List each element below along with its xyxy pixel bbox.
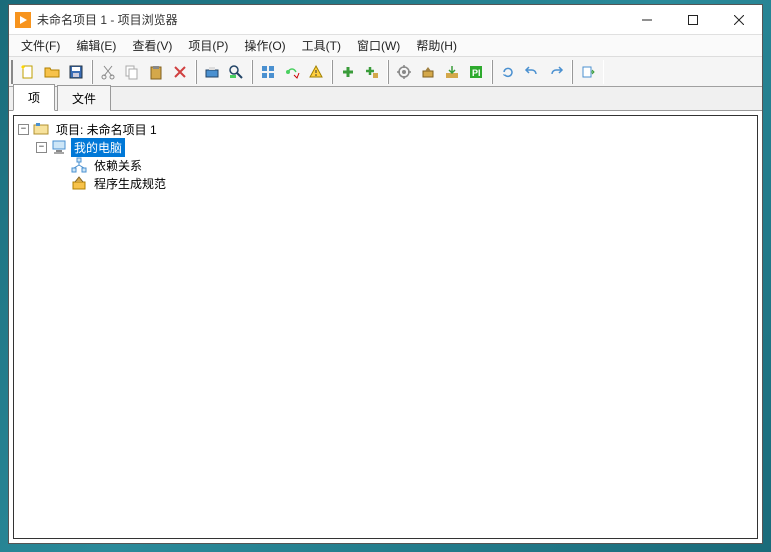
- menu-operate[interactable]: 操作(O): [236, 35, 293, 56]
- tree-root[interactable]: − 项目: 未命名项目 1: [18, 120, 753, 138]
- minus-icon[interactable]: −: [18, 124, 29, 135]
- menu-project[interactable]: 项目(P): [180, 35, 236, 56]
- app-icon: [15, 12, 31, 28]
- svg-text:PI: PI: [472, 68, 481, 78]
- build-icon[interactable]: [417, 61, 439, 83]
- tree-root-label[interactable]: 项目: 未命名项目 1: [53, 120, 160, 139]
- menu-window[interactable]: 窗口(W): [349, 35, 408, 56]
- tree-node-dependencies[interactable]: 依赖关系: [18, 156, 753, 174]
- tab-items[interactable]: 项: [13, 84, 55, 111]
- menu-edit[interactable]: 编辑(E): [68, 35, 124, 56]
- app-window: 未命名项目 1 - 项目浏览器 文件(F) 编辑(E) 查看(V) 项目(P) …: [8, 4, 763, 544]
- minus-icon[interactable]: −: [36, 142, 47, 153]
- tab-bar: 项 文件: [9, 87, 762, 111]
- project-tree: − 项目: 未命名项目 1 − 我的电脑 依赖关系: [18, 120, 753, 192]
- tree-node-computer[interactable]: − 我的电脑: [18, 138, 753, 156]
- warning-icon[interactable]: [305, 61, 327, 83]
- cut-icon[interactable]: [97, 61, 119, 83]
- window-title: 未命名项目 1 - 项目浏览器: [37, 11, 624, 28]
- project-icon: [33, 121, 49, 137]
- new-icon[interactable]: [17, 61, 39, 83]
- tree-node-buildspec-label[interactable]: 程序生成规范: [91, 174, 169, 193]
- find-icon[interactable]: [225, 61, 247, 83]
- computer-icon: [51, 139, 67, 155]
- tree-node-dependencies-label[interactable]: 依赖关系: [91, 156, 145, 175]
- resolve-icon[interactable]: [281, 61, 303, 83]
- buildspec-icon: [71, 175, 87, 191]
- toolbar: PI: [9, 57, 762, 87]
- add-target-icon[interactable]: [361, 61, 383, 83]
- copy-icon[interactable]: [121, 61, 143, 83]
- tab-files[interactable]: 文件: [57, 85, 111, 111]
- menu-view[interactable]: 查看(V): [124, 35, 180, 56]
- menu-tools[interactable]: 工具(T): [294, 35, 349, 56]
- dependencies-icon: [71, 157, 87, 173]
- run-icon[interactable]: PI: [465, 61, 487, 83]
- menu-file[interactable]: 文件(F): [13, 35, 68, 56]
- minimize-button[interactable]: [624, 5, 670, 34]
- paste-icon[interactable]: [145, 61, 167, 83]
- add-icon[interactable]: [337, 61, 359, 83]
- menu-help[interactable]: 帮助(H): [408, 35, 465, 56]
- titlebar: 未命名项目 1 - 项目浏览器: [9, 5, 762, 35]
- open-icon[interactable]: [41, 61, 63, 83]
- redo-icon[interactable]: [545, 61, 567, 83]
- deploy-icon[interactable]: [441, 61, 463, 83]
- close-button[interactable]: [716, 5, 762, 34]
- config-icon[interactable]: [201, 61, 223, 83]
- undo-icon[interactable]: [521, 61, 543, 83]
- delete-icon[interactable]: [169, 61, 191, 83]
- tree-node-computer-label[interactable]: 我的电脑: [71, 138, 125, 157]
- menubar: 文件(F) 编辑(E) 查看(V) 项目(P) 操作(O) 工具(T) 窗口(W…: [9, 35, 762, 57]
- export-icon[interactable]: [577, 61, 599, 83]
- window-controls: [624, 5, 762, 34]
- tree-node-buildspec[interactable]: 程序生成规范: [18, 174, 753, 192]
- save-icon[interactable]: [65, 61, 87, 83]
- refresh-icon[interactable]: [497, 61, 519, 83]
- maximize-button[interactable]: [670, 5, 716, 34]
- grid-icon[interactable]: [257, 61, 279, 83]
- tree-panel: − 项目: 未命名项目 1 − 我的电脑 依赖关系: [13, 115, 758, 539]
- gear-icon[interactable]: [393, 61, 415, 83]
